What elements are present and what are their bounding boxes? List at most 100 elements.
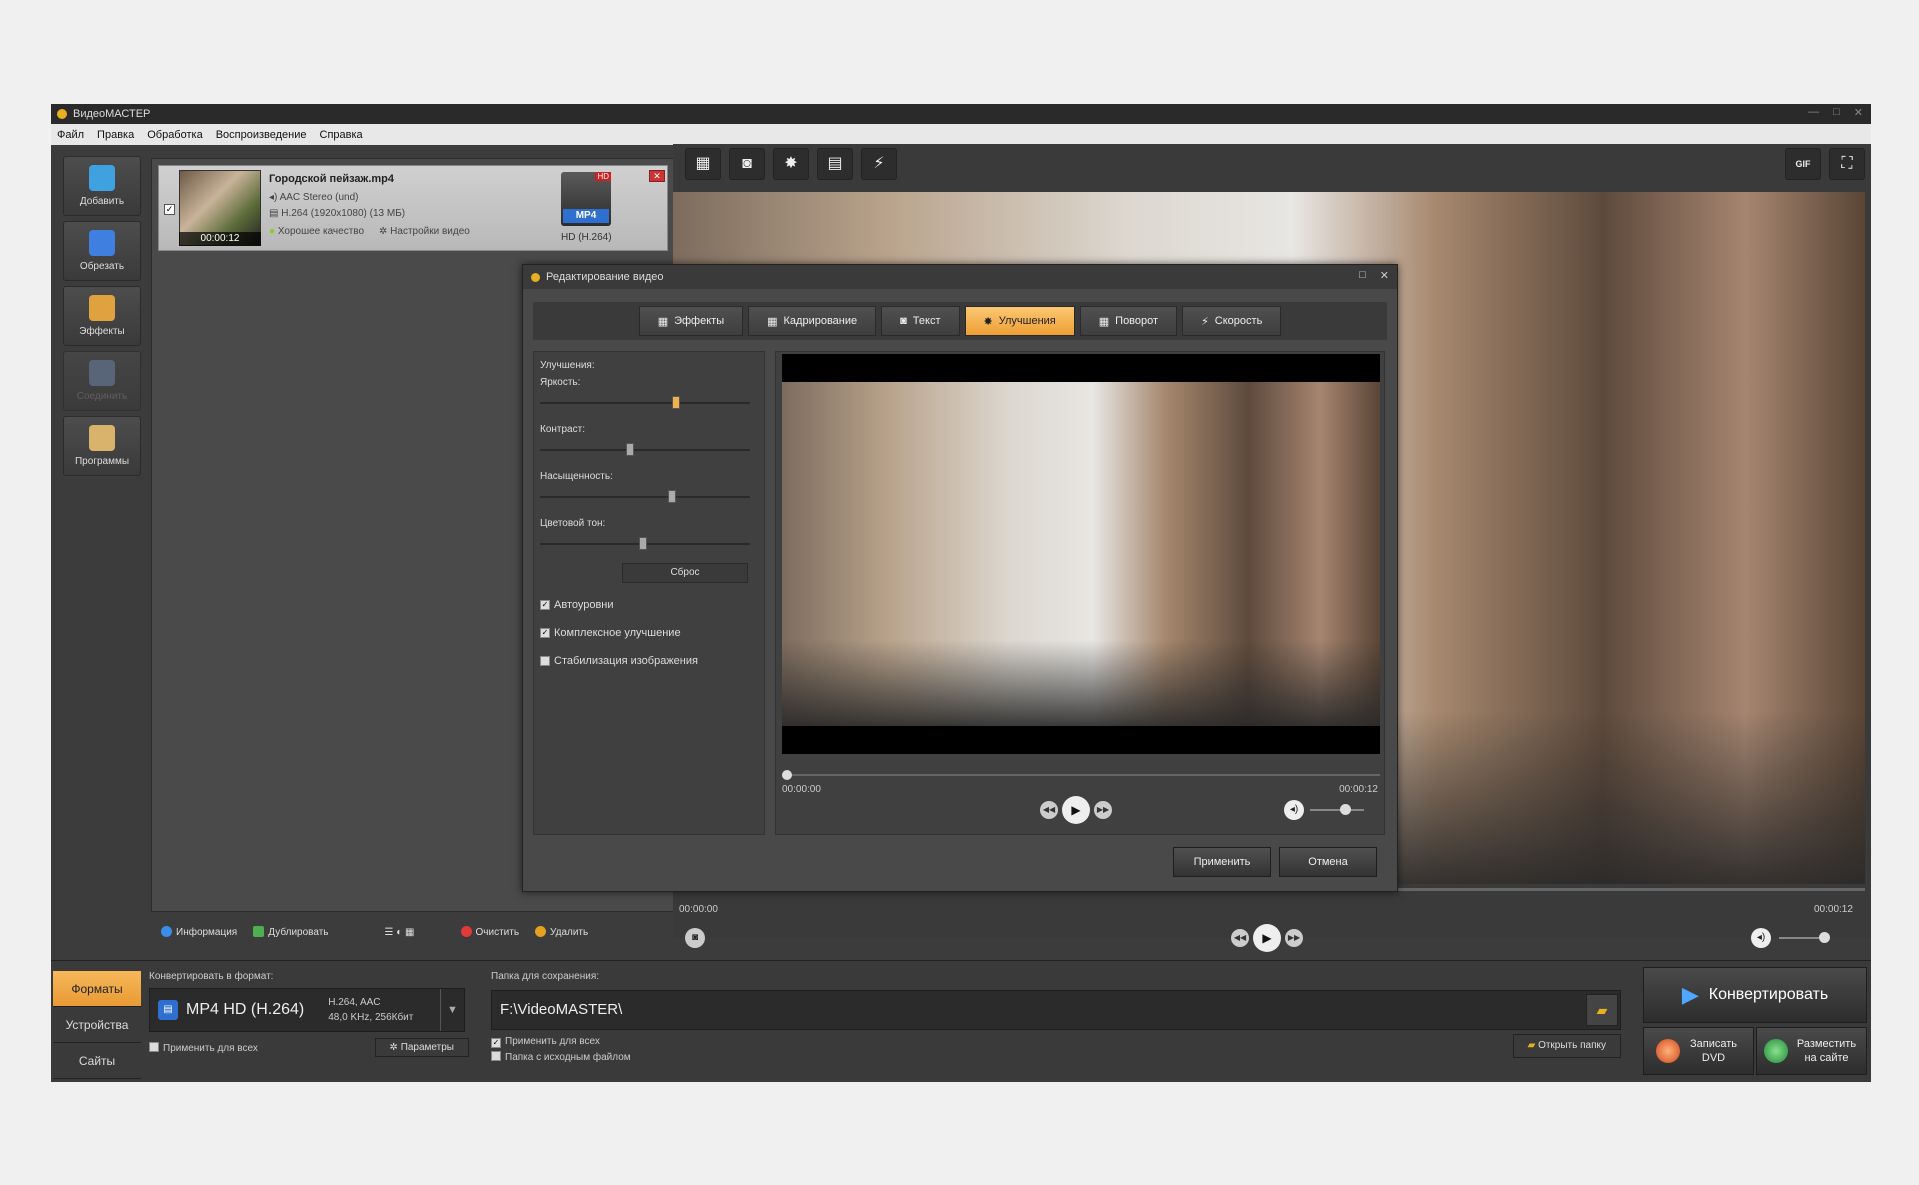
gif-button[interactable]: GIF [1785, 148, 1821, 180]
dialog-volume-slider[interactable] [1310, 804, 1364, 815]
format-box: Конвертировать в формат: ▤ MP4 HD (H.264… [149, 971, 469, 1057]
slider-knob[interactable] [672, 396, 681, 409]
delete-button[interactable]: Удалить [535, 926, 588, 938]
crop-icon[interactable]: ▦ [685, 148, 721, 180]
burn-dvd-button[interactable]: Записать DVD [1643, 1027, 1754, 1075]
apply-button[interactable]: Применить [1173, 847, 1271, 877]
tab-devices[interactable]: Устройства [53, 1007, 141, 1043]
dialog-maximize-button[interactable]: □ [1359, 269, 1366, 282]
menu-file[interactable]: Файл [57, 129, 84, 141]
slider-track[interactable] [540, 496, 750, 498]
dialog-tab-label: Поворот [1115, 315, 1159, 327]
remove-file-button[interactable]: ✕ [649, 170, 665, 182]
format-select[interactable]: ▤ MP4 HD (H.264) H.264, AAC 48,0 KHz, 256… [149, 988, 465, 1032]
open-folder-button[interactable]: ▰ Открыть папку [1512, 1034, 1621, 1058]
source-folder-option[interactable]: Папка с исходным файлом [491, 1050, 1621, 1066]
maximize-button[interactable]: □ [1833, 106, 1840, 119]
sidebar-item-0[interactable]: Добавить [63, 156, 141, 216]
dialog-tab-4[interactable]: ▦ Поворот [1079, 306, 1178, 336]
dialog-next-button[interactable]: ▶▶ [1094, 801, 1112, 819]
chevron-down-icon[interactable]: ▼ [440, 989, 464, 1031]
menu-process[interactable]: Обработка [147, 129, 202, 141]
sidebar-item-1[interactable]: Обрезать [63, 221, 141, 281]
dialog-tab-3[interactable]: ✸ Улучшения [964, 306, 1075, 336]
brightness-icon[interactable]: ✸ [773, 148, 809, 180]
slider-track[interactable] [540, 402, 750, 404]
checkbox-row-0[interactable]: ✓ Автоуровни [540, 599, 758, 611]
sidebar-item-4[interactable]: Программы [63, 416, 141, 476]
view-toggle[interactable]: ☰ ◐ ▦ [385, 927, 415, 938]
format-badge[interactable]: HD MP4 [561, 172, 611, 226]
dialog-preview: 00:00:00 00:00:12 ◀◀ ▶ ▶▶ ◂) [775, 351, 1385, 835]
speed-icon[interactable]: ⚡ [861, 148, 897, 180]
info-button[interactable]: Информация [161, 926, 237, 938]
dialog-volume-icon[interactable]: ◂) [1284, 800, 1304, 820]
enhance-icon[interactable]: ◙ [729, 148, 765, 180]
apply-all-checkbox[interactable] [149, 1041, 159, 1052]
effects-icon [89, 295, 115, 321]
video-settings-link[interactable]: ✲ Настройки видео [379, 226, 470, 237]
convert-button[interactable]: ▶ Конвертировать [1643, 967, 1867, 1023]
tab-formats[interactable]: Форматы [53, 971, 141, 1007]
menu-playback[interactable]: Воспроизведение [216, 129, 307, 141]
checkbox[interactable] [540, 656, 550, 666]
play-button[interactable]: ▶ [1253, 924, 1281, 952]
dialog-timeline-knob[interactable] [782, 770, 792, 780]
minimize-button[interactable]: — [1808, 106, 1819, 119]
dialog-tab-2[interactable]: ◙ Текст [881, 306, 960, 336]
params-button[interactable]: ✲ Параметры [374, 1038, 469, 1057]
menu-help[interactable]: Справка [320, 129, 363, 141]
checkbox-row-2[interactable]: Стабилизация изображения [540, 655, 758, 667]
sidebar-item-2[interactable]: Эффекты [63, 286, 141, 346]
folder-apply-all[interactable]: ✓ Применить для всех [491, 1034, 1621, 1050]
adjust-slider-3[interactable] [540, 529, 758, 559]
file-checkbox[interactable]: ✓ [164, 204, 175, 215]
reset-button[interactable]: Сброс [622, 563, 748, 583]
slider-knob[interactable] [638, 537, 647, 550]
file-audio: ◂) AAC Stereo (und) [269, 192, 359, 203]
tab-sites[interactable]: Сайты [53, 1043, 141, 1079]
publish-button[interactable]: Разместить на сайте [1756, 1027, 1867, 1075]
folder-path-input[interactable]: F:\VideoMASTER\ ▰ [491, 990, 1621, 1030]
hd-badge: HD [595, 172, 611, 181]
snapshot-icon[interactable]: ◙ [685, 928, 705, 948]
dialog-tab-5[interactable]: ⚡ Скорость [1182, 306, 1282, 336]
clear-button[interactable]: Очистить [460, 926, 519, 938]
volume-icon[interactable]: ◂) [1751, 928, 1771, 948]
checkbox-row-1[interactable]: ✓ Комплексное улучшение [540, 627, 758, 639]
file-item[interactable]: ✓ 00:00:12 Городской пейзаж.mp4 ◂) AAC S… [158, 165, 668, 251]
slider-knob[interactable] [668, 490, 677, 503]
dialog-volume-knob[interactable] [1340, 804, 1351, 815]
browse-folder-icon[interactable]: ▰ [1586, 994, 1618, 1026]
volume-slider[interactable] [1779, 932, 1830, 943]
checkbox[interactable]: ✓ [540, 628, 550, 638]
folder-apply-all-checkbox[interactable]: ✓ [491, 1038, 501, 1048]
adjust-slider-2[interactable] [540, 482, 758, 512]
menu-edit[interactable]: Правка [97, 129, 134, 141]
slider-track[interactable] [540, 449, 750, 451]
next-frame-button[interactable]: ▶▶ [1285, 929, 1303, 947]
dialog-tab-1[interactable]: ▦ Кадрирование [748, 306, 877, 336]
dialog-close-button[interactable]: ✕ [1380, 269, 1389, 282]
dialog-timeline[interactable] [782, 770, 1380, 780]
adjust-slider-1[interactable] [540, 435, 758, 465]
checkbox[interactable]: ✓ [540, 600, 550, 610]
sidebar-item-3[interactable]: Соединить [63, 351, 141, 411]
source-folder-checkbox[interactable] [491, 1051, 501, 1061]
duplicate-button[interactable]: Дублировать [253, 926, 329, 938]
apply-all-format[interactable]: Применить для всех [149, 1041, 258, 1054]
dialog-prev-button[interactable]: ◀◀ [1040, 801, 1058, 819]
film-icon[interactable]: ▤ [817, 148, 853, 180]
close-button[interactable]: ✕ [1854, 106, 1863, 119]
slider-knob[interactable] [626, 443, 635, 456]
dialog-tab-0[interactable]: ▦ Эффекты [638, 306, 744, 336]
dialog-preview-video[interactable] [782, 354, 1380, 754]
dialog-play-button[interactable]: ▶ [1062, 796, 1090, 824]
volume-knob[interactable] [1819, 932, 1830, 943]
programs-icon [89, 425, 115, 451]
prev-frame-button[interactable]: ◀◀ [1231, 929, 1249, 947]
cancel-button[interactable]: Отмена [1279, 847, 1377, 877]
fullscreen-icon[interactable]: ⛶ [1829, 148, 1865, 180]
format-audio: 48,0 KHz, 256Кбит [328, 1012, 414, 1023]
adjust-slider-0[interactable] [540, 388, 758, 418]
